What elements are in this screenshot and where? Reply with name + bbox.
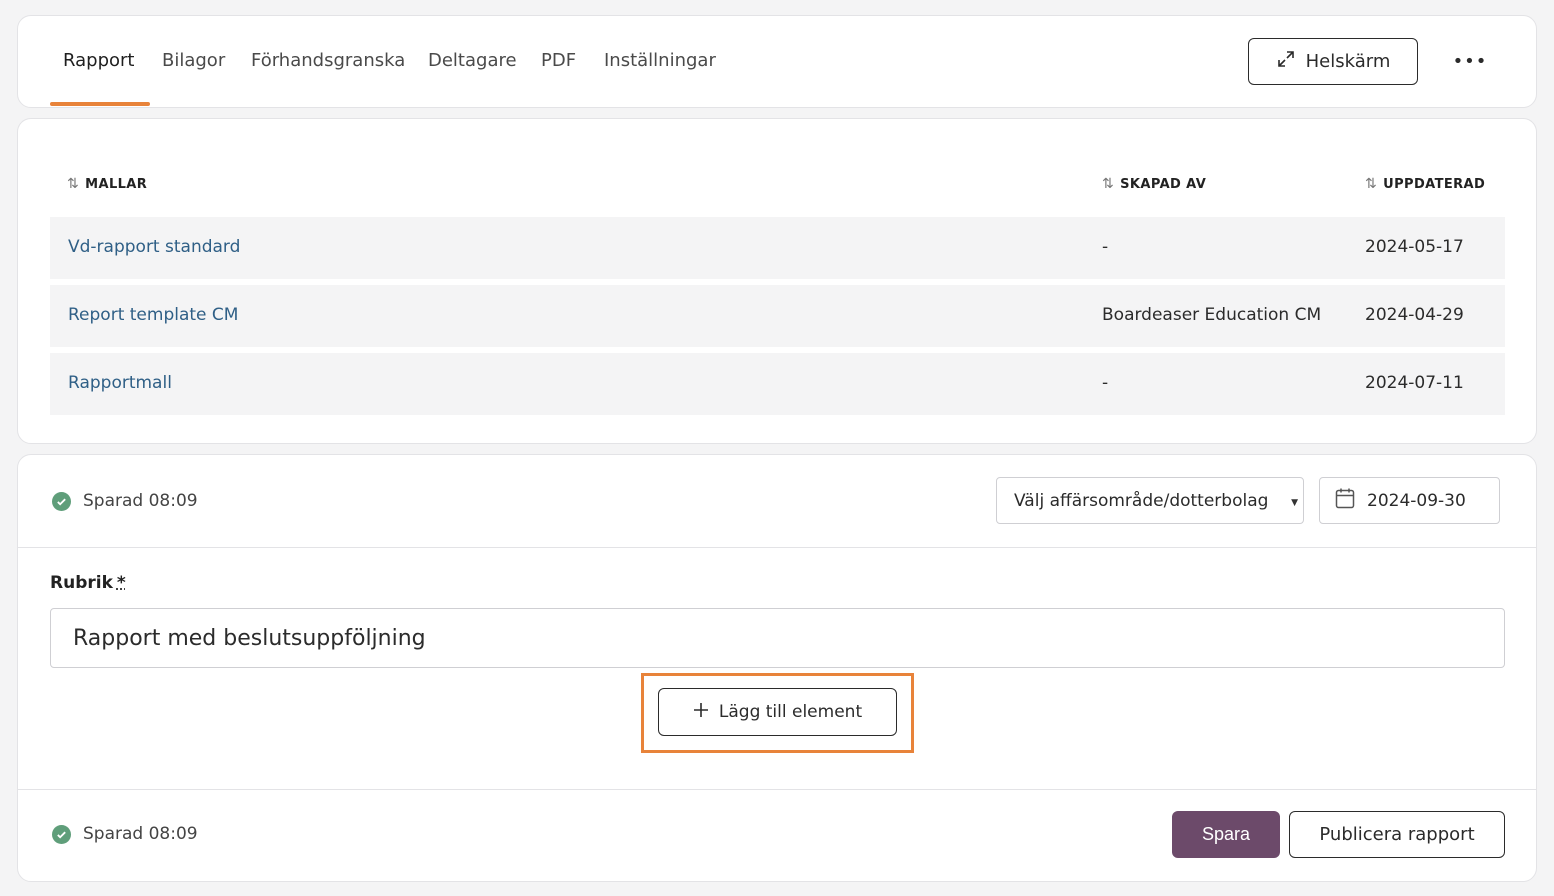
sort-icon: ⇅ <box>1365 176 1378 192</box>
check-circle-icon <box>52 491 71 511</box>
tab-pdf[interactable]: PDF <box>541 50 576 71</box>
rubrik-label: Rubrik * <box>50 573 126 593</box>
updated-date: 2024-04-29 <box>1365 305 1464 325</box>
rubrik-input[interactable] <box>50 608 1505 668</box>
expand-icon <box>1276 49 1296 74</box>
templates-table: ⇅ MALLAR ⇅ SKAPAD AV ⇅ UPPDATERAD Vd-rap… <box>17 118 1537 444</box>
tab-installningar[interactable]: Inställningar <box>604 50 716 71</box>
more-options-icon[interactable]: ••• <box>1452 46 1488 76</box>
plus-icon <box>693 702 709 723</box>
updated-date: 2024-07-11 <box>1365 373 1464 393</box>
column-header-mallar[interactable]: ⇅ MALLAR <box>67 176 147 192</box>
sort-icon: ⇅ <box>1102 176 1115 192</box>
report-tabs-bar: Rapport Bilagor Förhandsgranska Deltagar… <box>17 15 1537 108</box>
business-area-select[interactable]: Välj affärsområde/dotterbolag ▼ <box>996 477 1304 524</box>
table-row[interactable]: Vd-rapport standard - 2024-05-17 <box>50 217 1505 279</box>
sort-icon: ⇅ <box>67 176 80 192</box>
table-row[interactable]: Report template CM Boardeaser Education … <box>50 285 1505 347</box>
saved-status-bottom: Sparad 08:09 <box>52 824 198 844</box>
tab-bilagor[interactable]: Bilagor <box>162 50 225 71</box>
report-date-picker[interactable]: 2024-09-30 <box>1319 477 1500 524</box>
template-name-link[interactable]: Report template CM <box>68 305 238 325</box>
divider <box>18 547 1536 548</box>
updated-date: 2024-05-17 <box>1365 237 1464 257</box>
template-name-link[interactable]: Vd-rapport standard <box>68 237 240 257</box>
active-tab-indicator <box>50 102 150 106</box>
tab-deltagare[interactable]: Deltagare <box>428 50 517 71</box>
template-name-link[interactable]: Rapportmall <box>68 373 172 393</box>
calendar-icon <box>1335 487 1355 514</box>
tab-forhandsgranska[interactable]: Förhandsgranska <box>251 50 405 71</box>
created-by: - <box>1102 237 1109 257</box>
save-button[interactable]: Spara <box>1172 811 1280 858</box>
column-header-uppdaterad[interactable]: ⇅ UPPDATERAD <box>1365 176 1485 192</box>
check-circle-icon <box>52 824 71 844</box>
caret-down-icon: ▼ <box>1291 498 1298 508</box>
tab-rapport[interactable]: Rapport <box>63 50 134 71</box>
report-editor: Sparad 08:09 Välj affärsområde/dotterbol… <box>17 454 1537 882</box>
created-by: - <box>1102 373 1109 393</box>
publish-report-button[interactable]: Publicera rapport <box>1289 811 1505 858</box>
add-element-button[interactable]: Lägg till element <box>658 688 897 736</box>
required-marker: * <box>116 573 126 593</box>
saved-status-top: Sparad 08:09 <box>52 491 198 511</box>
table-row[interactable]: Rapportmall - 2024-07-11 <box>50 353 1505 415</box>
created-by: Boardeaser Education CM <box>1102 305 1322 325</box>
fullscreen-label: Helskärm <box>1305 51 1391 72</box>
fullscreen-button[interactable]: Helskärm <box>1248 38 1418 85</box>
column-header-skapad-av[interactable]: ⇅ SKAPAD AV <box>1102 176 1206 192</box>
divider <box>18 789 1536 790</box>
